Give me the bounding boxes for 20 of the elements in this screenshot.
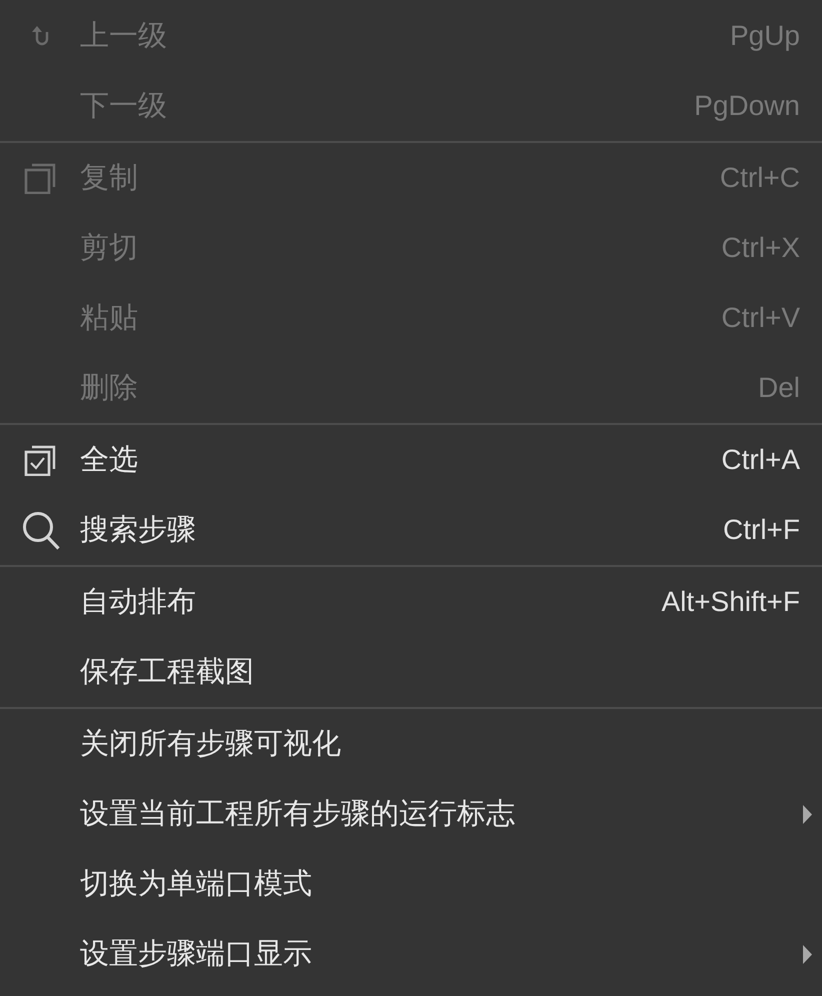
shortcut-text: Ctrl+C (720, 162, 800, 194)
shortcut-text: Ctrl+A (721, 444, 800, 476)
shortcut-text: Ctrl+F (723, 514, 800, 546)
menu-item[interactable]: 设置步骤端口显示 (80, 934, 312, 974)
menu-item[interactable]: 设置当前工程所有步骤的运行标志 (80, 794, 515, 834)
shortcut-text: Ctrl+V (721, 302, 800, 334)
menu-item[interactable]: 自动排布 (80, 582, 196, 622)
menu-item[interactable]: 全选 (80, 440, 138, 480)
menu-item[interactable]: 保存工程截图 (80, 652, 254, 692)
menu-item[interactable]: 切换为单端口模式 (80, 864, 312, 904)
search-icon (22, 510, 60, 550)
shortcut-text: Ctrl+X (721, 232, 800, 264)
menu-item[interactable]: 关闭所有步骤可视化 (80, 724, 341, 764)
shortcut-text: PgUp (730, 20, 800, 52)
checkbox-icon (24, 444, 56, 476)
shortcut-text: Alt+Shift+F (661, 586, 800, 618)
copy-icon (24, 162, 56, 194)
shortcut-text: PgDown (694, 90, 800, 122)
shortcut-text: Del (758, 372, 800, 404)
menu-item[interactable]: 搜索步骤 (80, 510, 196, 550)
